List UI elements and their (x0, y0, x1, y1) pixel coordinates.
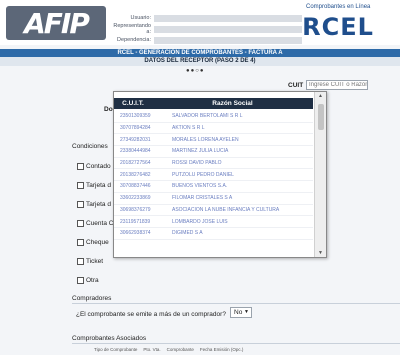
representando-row: Representando a: (112, 23, 302, 35)
cuit-input[interactable] (306, 80, 368, 90)
list-item[interactable]: 20182727564 ROSSI DAVID PABLO (114, 158, 313, 170)
afip-logo: AFIP (6, 6, 106, 40)
divider (72, 303, 400, 304)
step-indicator: ●●○● (186, 68, 205, 74)
chevron-down-icon: ▼ (244, 309, 249, 315)
list-item[interactable]: 30662938374 DIGIMED S A (114, 228, 313, 240)
checkbox[interactable] (77, 239, 84, 246)
scroll-up-icon[interactable]: ▲ (318, 93, 323, 99)
condiciones-title: Condiciones (72, 143, 108, 150)
checkbox[interactable] (77, 220, 84, 227)
list-item[interactable]: 27349282031 MORALES LORENA AYELEN (114, 134, 313, 147)
asociados-title: Comprobantes Asociados (72, 335, 147, 342)
list-item[interactable]: 23380444984 MARTINEZ JULIA LUCIA (114, 146, 313, 158)
checkbox[interactable] (77, 258, 84, 265)
representando-value (154, 25, 302, 33)
usuario-row: Usuario: (112, 13, 302, 23)
col-razon-social: Razón Social (212, 100, 253, 107)
list-item[interactable]: 23119571839 LOMBARDO JOSE LUIS (114, 216, 313, 228)
list-item[interactable]: 30707894284 AKTION S R L (114, 123, 313, 135)
dependencia-row: Dependencia: (112, 35, 302, 45)
dependencia-label: Dependencia: (117, 37, 151, 43)
compradores-question: ¿El comprobante se emite a más de un com… (76, 311, 226, 318)
checkbox[interactable] (77, 201, 84, 208)
condicion-otra[interactable]: Otra (77, 271, 122, 290)
col-cuit: C.U.I.T. (122, 100, 144, 107)
header: AFIP Usuario: Representando a: Dependenc… (0, 0, 400, 45)
col-fecha: Fecha Emisión (Opc.) (199, 347, 244, 352)
col-comprobante: Comprobante (166, 347, 194, 352)
list-item[interactable]: 33602233869 FILOMAR CRISTALES S A (114, 193, 313, 205)
step-title: DATOS DEL RECEPTOR (PASO 2 DE 4) (0, 57, 400, 66)
usuario-label: Usuario: (130, 15, 151, 21)
cuit-label: CUIT (288, 82, 304, 89)
list-item[interactable]: 30698376279 ASOCIACION LA NUBE INFANCIA Y… (114, 205, 313, 217)
header-fields: Usuario: Representando a: Dependencia: (112, 13, 302, 46)
divider (72, 343, 400, 344)
list-item[interactable]: 23501309359 SALVADOR BERTOLAMI S R L (114, 111, 313, 123)
col-pto-vta: Pto. Vta. (143, 347, 161, 352)
checkbox[interactable] (77, 182, 84, 189)
dependencia-value (154, 36, 302, 44)
representando-label: Representando a: (113, 23, 151, 35)
compradores-title: Compradores (72, 295, 112, 302)
rcel-tagline: Comprobantes en Línea (306, 4, 371, 10)
list-item[interactable]: 30708837446 BUENOS VIENTOS S.A. (114, 181, 313, 193)
dropdown-header: C.U.I.T. Razón Social (114, 98, 313, 109)
asociados-header: Tipo de Comprobante Pto. Vta. Comprobant… (94, 347, 249, 352)
usuario-value (154, 14, 302, 22)
compradores-select[interactable]: No ▼ (230, 307, 252, 318)
page-title: RCEL - GENERACIÓN DE COMPROBANTES - FACT… (0, 49, 400, 57)
rcel-logo: RCEL (302, 13, 374, 41)
dropdown-rows: 23501309359 SALVADOR BERTOLAMI S R L 3070… (114, 111, 313, 240)
scroll-down-icon[interactable]: ▼ (318, 250, 323, 256)
col-tipo: Tipo de Comprobante (94, 347, 138, 352)
dropdown-scrollbar[interactable]: ▲ ▼ (314, 92, 326, 257)
domicilio-label: Do (104, 106, 113, 113)
checkbox[interactable] (77, 277, 84, 284)
checkbox[interactable] (77, 163, 84, 170)
cuit-autocomplete-dropdown: C.U.I.T. Razón Social 23501309359 SALVADO… (113, 91, 327, 258)
scroll-thumb[interactable] (318, 104, 324, 130)
list-item[interactable]: 20138276482 PUTZOLU PEDRO DANIEL (114, 169, 313, 182)
